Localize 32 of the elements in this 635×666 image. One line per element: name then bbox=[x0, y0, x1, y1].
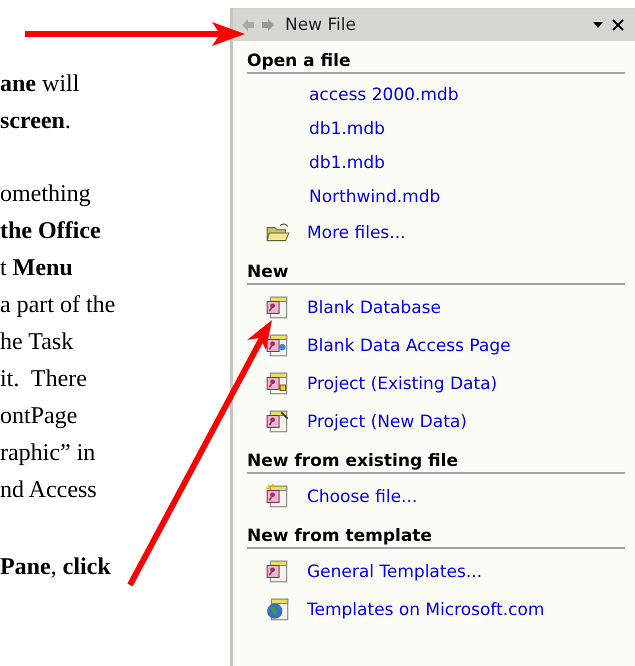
task-link[interactable]: Northwind.mdb bbox=[309, 187, 440, 207]
body-text: t Menu bbox=[0, 254, 73, 283]
pane-title: New File bbox=[285, 14, 357, 34]
close-icon[interactable] bbox=[611, 18, 625, 32]
section-heading: New from existing file bbox=[247, 451, 625, 474]
task-link[interactable]: Templates on Microsoft.com bbox=[307, 600, 544, 620]
project-icon bbox=[265, 409, 291, 435]
body-text: ontPage bbox=[0, 402, 78, 431]
task-link[interactable]: db1.mdb bbox=[309, 119, 385, 139]
task-link[interactable]: Project (New Data) bbox=[307, 412, 467, 432]
task-link[interactable]: Blank Database bbox=[307, 298, 441, 318]
task-link[interactable]: More files... bbox=[307, 223, 406, 243]
task-link[interactable]: access 2000.mdb bbox=[309, 85, 458, 105]
body-text: the Office bbox=[0, 217, 101, 246]
section-heading: New bbox=[247, 262, 625, 285]
body-text: it. There bbox=[0, 365, 87, 394]
globe-icon bbox=[265, 597, 291, 623]
body-text: raphic” in bbox=[0, 439, 96, 468]
task-link[interactable]: Blank Data Access Page bbox=[307, 336, 511, 356]
task-link[interactable]: General Templates... bbox=[307, 562, 482, 582]
body-text: screen. bbox=[0, 107, 71, 136]
section-heading: Open a file bbox=[247, 51, 625, 74]
body-text: he Task bbox=[0, 328, 74, 357]
body-text: a part of the bbox=[0, 291, 116, 320]
section-heading: New from template bbox=[247, 526, 625, 549]
task-link[interactable]: db1.mdb bbox=[309, 153, 385, 173]
task-link[interactable]: Choose file... bbox=[307, 487, 418, 507]
body-text: ane will bbox=[0, 70, 80, 99]
body-text: Pane, click bbox=[0, 553, 111, 582]
body-text: omething bbox=[0, 180, 91, 209]
body-text: nd Access bbox=[0, 476, 97, 505]
task-link[interactable]: Project (Existing Data) bbox=[307, 374, 498, 394]
